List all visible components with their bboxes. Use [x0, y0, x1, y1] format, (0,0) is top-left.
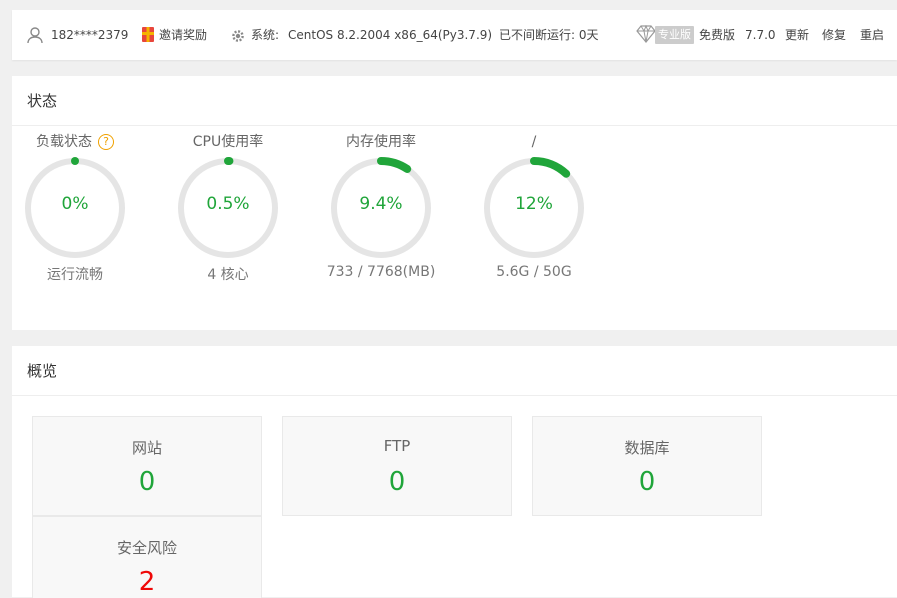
gauge-subtitle: 5.6G / 50G: [496, 264, 572, 280]
gauge-subtitle: 运行流畅: [47, 267, 103, 283]
gauge-subtitle: 733 / 7768(MB): [326, 264, 436, 280]
card-label: 数据库: [624, 439, 670, 457]
pro-edition-badge[interactable]: 专业版: [655, 26, 694, 44]
diamond-icon: [636, 24, 656, 43]
gauge-title-text: 负载状态: [36, 134, 92, 150]
security-risk-card[interactable]: 安全风险 2: [32, 516, 262, 598]
card-value[interactable]: 0: [533, 467, 761, 497]
system-label: 系统:: [251, 28, 280, 42]
gauge-value: 0%: [61, 194, 89, 214]
status-panel-title: 状态: [12, 76, 897, 126]
card-value[interactable]: 0: [33, 467, 261, 497]
gauge-subtitle: 4 核心: [207, 267, 249, 283]
gift-icon: [142, 27, 154, 42]
update-button[interactable]: 更新: [785, 10, 809, 60]
gauge-title: /: [531, 134, 537, 150]
edition-label: 免费版: [699, 28, 736, 42]
repair-button[interactable]: 修复: [822, 10, 846, 60]
gauge-title: 内存使用率: [346, 134, 416, 150]
website-card[interactable]: 网站 0: [32, 416, 262, 516]
status-panel: 状态 负载状态? 0% 运行流畅 CPU使用率 0.5% 4 核心 内存使用率 …: [12, 76, 897, 330]
card-value[interactable]: 0: [283, 467, 511, 497]
gauge-value: 0.5%: [206, 194, 250, 214]
card-label: FTP: [383, 437, 411, 455]
ftp-card[interactable]: FTP 0: [282, 416, 512, 516]
uptime: 已不间断运行: 0天: [499, 28, 599, 42]
overview-panel: 概览 网站 0 FTP 0 数据库 0 安全风险 2: [12, 346, 897, 598]
top-bar: 182****2379 邀请奖励 系统: CentOS 8.2.2004 x86…: [12, 10, 897, 60]
system-value: CentOS 8.2.2004 x86_64(Py3.7.9): [288, 28, 493, 42]
username: 182****2379: [51, 28, 129, 42]
help-icon[interactable]: ?: [98, 134, 114, 150]
restart-button[interactable]: 重启: [860, 10, 884, 60]
database-card[interactable]: 数据库 0: [532, 416, 762, 516]
card-value[interactable]: 2: [33, 567, 261, 597]
gauge-value: 12%: [515, 194, 553, 214]
version-label: 7.7.0: [745, 28, 776, 42]
gauge-title: 负载状态?: [20, 133, 130, 151]
card-label: 网站: [131, 439, 162, 457]
gauge-title: CPU使用率: [192, 134, 264, 150]
gear-icon: [231, 28, 245, 43]
overview-panel-title: 概览: [12, 346, 897, 396]
user-icon: [26, 26, 44, 44]
invite-reward-link[interactable]: 邀请奖励: [159, 10, 207, 60]
card-label: 安全风险: [116, 539, 177, 557]
gauge-value: 9.4%: [359, 194, 403, 214]
